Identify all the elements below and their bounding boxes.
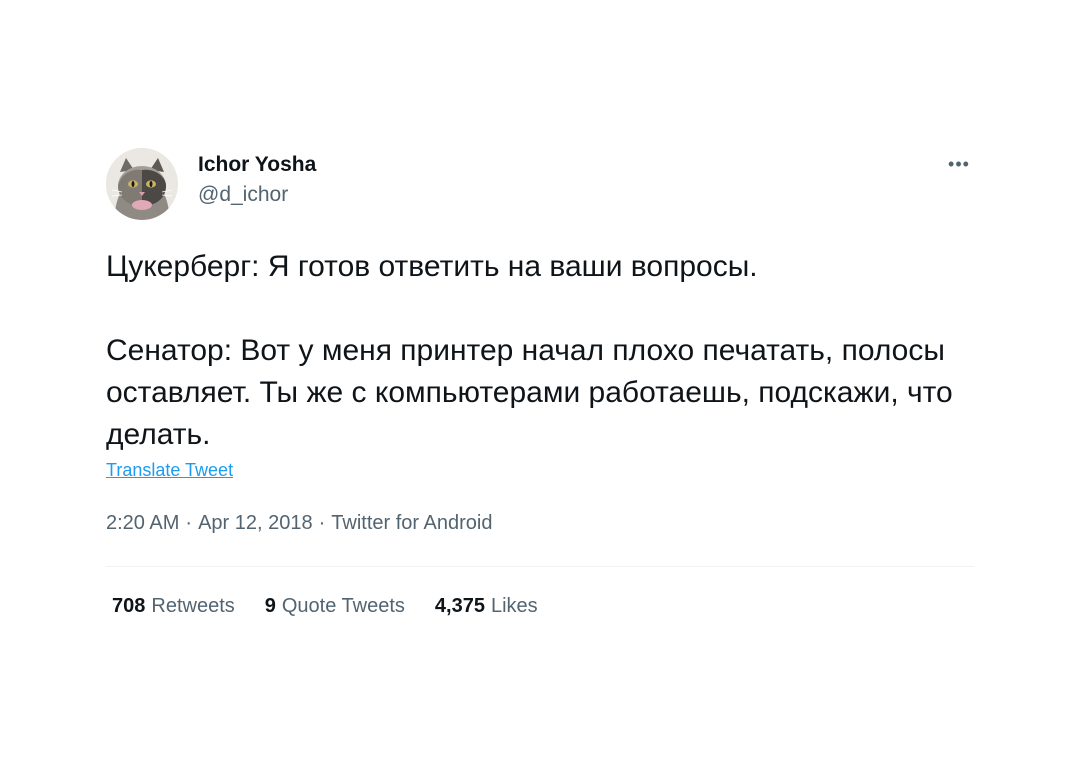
tweet-header: Ichor Yosha @d_ichor ••• bbox=[106, 146, 974, 222]
likes-label: Likes bbox=[490, 595, 538, 617]
tweet-time[interactable]: 2:20 AM bbox=[106, 512, 179, 534]
tweet-source[interactable]: Twitter for Android bbox=[331, 512, 492, 534]
tweet-metadata: 2:20 AM · Apr 12, 2018 · Twitter for Android bbox=[106, 510, 974, 536]
avatar[interactable] bbox=[106, 148, 178, 220]
translate-tweet-link[interactable]: Translate Tweet bbox=[106, 458, 233, 482]
quote-tweets-count: 9 bbox=[264, 595, 276, 617]
meta-separator: · bbox=[318, 512, 326, 534]
author-names: Ichor Yosha @d_ichor bbox=[198, 152, 316, 208]
quote-tweets-label: Quote Tweets bbox=[281, 595, 405, 617]
likes-count: 4,375 bbox=[434, 595, 485, 617]
retweets-stat[interactable]: 708 Retweets bbox=[112, 593, 235, 619]
quote-tweets-stat[interactable]: 9 Quote Tweets bbox=[265, 593, 405, 619]
cat-avatar-icon bbox=[106, 148, 178, 220]
author-handle[interactable]: @d_ichor bbox=[198, 182, 316, 208]
divider bbox=[106, 566, 974, 567]
tweet-date[interactable]: Apr 12, 2018 bbox=[198, 512, 313, 534]
tweet-text: Цукерберг: Я готов ответить на ваши вопр… bbox=[106, 250, 953, 451]
retweets-label: Retweets bbox=[151, 595, 235, 617]
more-horizontal-icon: ••• bbox=[948, 154, 970, 174]
engagement-stats: 708 Retweets 9 Quote Tweets 4,375 Likes bbox=[106, 593, 974, 619]
retweets-count: 708 bbox=[112, 595, 146, 617]
more-options-button[interactable]: ••• bbox=[944, 152, 974, 176]
author-display-name[interactable]: Ichor Yosha bbox=[198, 152, 316, 178]
likes-stat[interactable]: 4,375 Likes bbox=[435, 593, 538, 619]
meta-separator: · bbox=[185, 512, 193, 534]
tweet-card: Ichor Yosha @d_ichor ••• Цукерберг: Я го… bbox=[106, 146, 974, 619]
